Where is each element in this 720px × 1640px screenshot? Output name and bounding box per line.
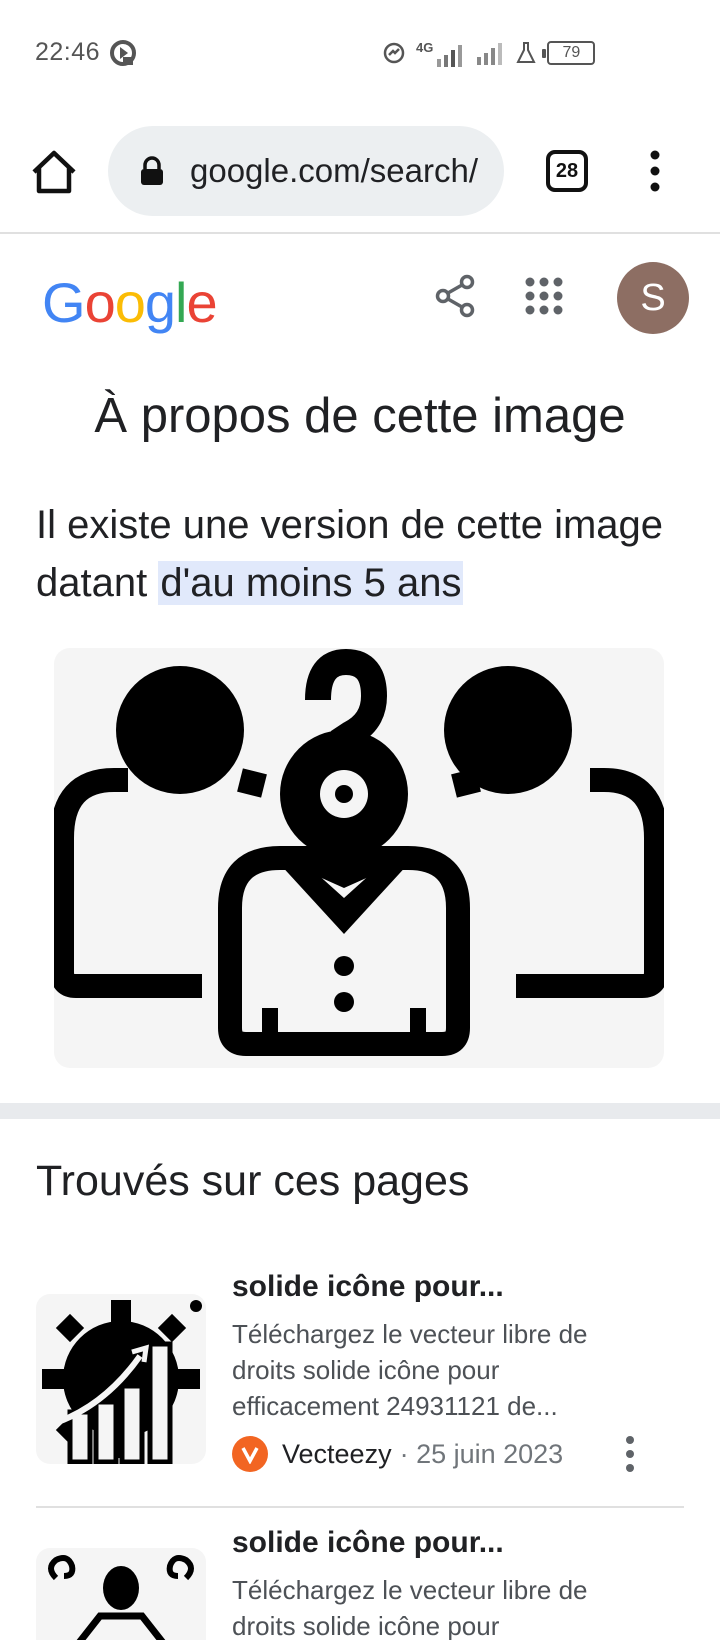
lock-icon — [141, 156, 163, 185]
logo-letter: e — [186, 271, 217, 334]
logo-letter: g — [144, 271, 176, 334]
result-item[interactable]: solide icône pour... Téléchargez le vect… — [0, 1270, 720, 1516]
status-time: 22:46 — [35, 38, 101, 66]
tab-switcher-button[interactable]: 28 — [546, 150, 588, 192]
headline-highlight: d'au moins 5 ans — [158, 561, 464, 605]
result-thumbnail[interactable] — [36, 1548, 206, 1640]
battery-level: 79 — [562, 44, 581, 61]
google-header: Google S — [0, 236, 720, 366]
result-title[interactable]: solide icône pour... — [232, 1270, 504, 1304]
logo-letter: o — [84, 271, 116, 334]
more-vert-icon[interactable] — [622, 1434, 638, 1474]
section-divider — [0, 1103, 720, 1119]
google-logo[interactable]: Google — [42, 270, 218, 335]
signal-bars-icon — [477, 43, 503, 65]
more-options-icon[interactable] — [640, 148, 670, 194]
media-notification-icon — [110, 40, 136, 66]
source-name: Vecteezy — [282, 1438, 392, 1469]
signal-4g-icon: 4G — [416, 40, 465, 67]
vecteezy-logo-icon — [232, 1436, 268, 1472]
image-age-headline: Il existe une version de cette image dat… — [36, 496, 696, 612]
google-apps-icon[interactable] — [524, 276, 564, 316]
avatar-letter: S — [640, 276, 666, 319]
section-title: Trouvés sur ces pages — [36, 1157, 470, 1205]
battery-indicator: 79 — [542, 41, 596, 65]
searched-image[interactable] — [54, 648, 664, 1068]
logo-letter: l — [175, 271, 187, 334]
network-type: 4G — [416, 39, 434, 55]
address-bar[interactable]: google.com/search/ — [108, 126, 504, 216]
status-bar: 22:46 4G 79 — [0, 0, 720, 108]
page-title: À propos de cette image — [94, 389, 626, 443]
person-swirl-icon — [48, 1555, 194, 1640]
people-question-icon — [54, 648, 664, 1056]
logo-letter: o — [114, 271, 146, 334]
logo-letter: G — [42, 271, 86, 334]
gear-chart-icon — [42, 1300, 202, 1464]
result-description: Téléchargez le vecteur libre de droits s… — [232, 1575, 588, 1640]
result-description: Téléchargez le vecteur libre de droits s… — [232, 1319, 588, 1421]
result-source: Vecteezy · 25 juin 2023 — [232, 1436, 563, 1472]
share-icon[interactable] — [434, 274, 476, 318]
source-date: · 25 juin 2023 — [399, 1438, 564, 1469]
account-avatar[interactable]: S — [617, 262, 689, 334]
flask-icon — [516, 42, 536, 63]
status-indicators: 4G 79 — [382, 38, 596, 68]
result-divider — [36, 1506, 684, 1508]
data-saver-icon — [383, 42, 405, 64]
url-text: google.com/search/ — [190, 152, 478, 189]
result-thumbnail[interactable] — [36, 1294, 206, 1464]
result-title[interactable]: solide icône pour... — [232, 1526, 504, 1560]
tab-count: 28 — [555, 159, 579, 182]
result-item[interactable]: solide icône pour... Téléchargez le vect… — [0, 1526, 720, 1640]
home-icon[interactable] — [28, 146, 80, 198]
browser-toolbar: google.com/search/ 28 — [0, 108, 720, 234]
